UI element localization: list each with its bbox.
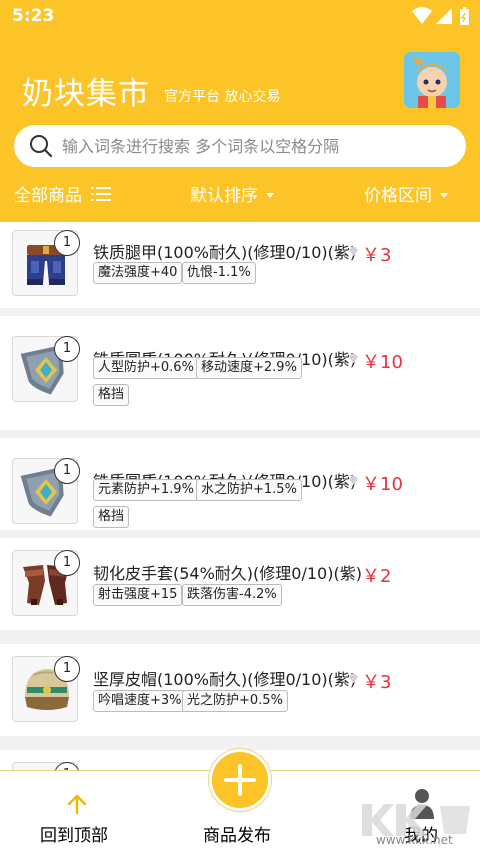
quantity-badge: 1 <box>54 336 80 362</box>
watermark-text: www.kkx.net <box>376 833 453 847</box>
attribute-tag: 格挡 <box>93 506 130 528</box>
product-price: ￥10 <box>362 352 403 373</box>
page-title: 奶块集市 <box>22 76 150 112</box>
attribute-tag: 仇恨-1.1% <box>182 262 256 284</box>
gem-icon <box>349 476 358 485</box>
product-card[interactable]: 1 铁质腿甲(100%耐久)(修理0/10)(紫) ￥3 魔法强度+40 仇恨-… <box>0 222 480 308</box>
gem-icon <box>349 674 358 683</box>
filter-price-label: 价格区间 <box>364 186 432 206</box>
nav-label-publish: 商品发布 <box>203 826 271 846</box>
product-card[interactable]: 1 坚厚皮帽(100%耐久)(修理0/10)(紫) ￥3 吟唱速度+3% 光之防… <box>0 644 480 736</box>
quantity-badge: 1 <box>54 458 80 484</box>
search-icon <box>30 135 53 158</box>
attribute-tag: 光之防护+0.5% <box>182 690 288 712</box>
search-box[interactable] <box>14 125 466 167</box>
dropdown-arrow-icon <box>440 192 448 198</box>
product-card[interactable]: 1 铁质圆盾(100%耐久)(修理0/10)(紫) ￥10 人型防护+0.6% … <box>0 316 480 430</box>
quantity-badge: 1 <box>54 656 80 682</box>
filter-price-range[interactable]: 价格区间 <box>364 178 448 214</box>
product-price: ￥3 <box>362 245 392 266</box>
back-to-top-button[interactable]: 回到顶部 <box>20 771 140 853</box>
avatar-character-icon <box>404 52 460 108</box>
attribute-tag: 魔法强度+40 <box>93 262 183 284</box>
arrow-up-icon <box>67 794 87 815</box>
gem-icon <box>349 354 358 363</box>
product-card[interactable]: 1 韧化皮手套(54%耐久)(修理0/10)(紫) ￥2 射击强度+15 跌落伤… <box>0 538 480 630</box>
battery-icon <box>460 9 469 25</box>
page-subtitle: 官方平台 放心交易 <box>164 89 281 105</box>
product-price: ￥3 <box>362 672 392 693</box>
attribute-tag: 跌落伤害-4.2% <box>182 584 282 606</box>
product-name: 韧化皮手套(54%耐久)(修理0/10)(紫) <box>93 564 362 583</box>
plus-icon <box>224 764 256 796</box>
quantity-badge: 1 <box>54 550 80 576</box>
wifi-icon <box>412 7 432 24</box>
status-icons <box>412 7 469 25</box>
product-price: ￥10 <box>362 474 403 495</box>
product-name: 坚厚皮帽(100%耐久)(修理0/10)(紫) <box>93 670 357 689</box>
filter-bar: 全部商品 默认排序 价格区间 <box>0 178 480 214</box>
attribute-tag: 人型防护+0.6% <box>93 357 199 379</box>
attribute-tag: 格挡 <box>93 384 130 406</box>
attribute-tag: 吟唱速度+3% <box>93 690 187 712</box>
quantity-badge: 1 <box>54 230 80 256</box>
product-price: ￥2 <box>362 566 392 587</box>
filter-all-products[interactable]: 全部商品 <box>14 178 112 214</box>
status-bar: 5:23 <box>0 0 480 34</box>
filter-sort-label: 默认排序 <box>190 186 258 206</box>
list-icon <box>91 187 112 201</box>
gem-icon <box>349 247 358 256</box>
publish-plus-button[interactable] <box>209 749 271 811</box>
app-header: 5:23 奶块集市 官方平台 放心交易 输入词条进行搜索 多个词条以空格分隔 全… <box>0 0 480 222</box>
attribute-tag: 水之防护+1.5% <box>196 479 302 501</box>
status-time: 5:23 <box>12 6 55 26</box>
dropdown-arrow-icon <box>266 192 274 198</box>
avatar[interactable] <box>404 52 460 108</box>
attribute-tag: 元素防护+1.9% <box>93 479 199 501</box>
nav-label-top: 回到顶部 <box>40 826 108 846</box>
attribute-tag: 射击强度+15 <box>93 584 183 606</box>
attribute-tag: 移动速度+2.9% <box>196 357 302 379</box>
search-input[interactable] <box>62 125 457 167</box>
filter-default-sort[interactable]: 默认排序 <box>190 178 274 214</box>
product-list[interactable]: 1 铁质腿甲(100%耐久)(修理0/10)(紫) ￥3 魔法强度+40 仇恨-… <box>0 222 480 770</box>
product-name: 铁质腿甲(100%耐久)(修理0/10)(紫) <box>93 243 357 262</box>
cellular-signal-icon <box>436 8 452 24</box>
filter-all-label: 全部商品 <box>14 186 82 206</box>
product-card[interactable]: 1 铁质圆盾(100%耐久)(修理0/10)(紫) ￥10 元素防护+1.9% … <box>0 438 480 530</box>
